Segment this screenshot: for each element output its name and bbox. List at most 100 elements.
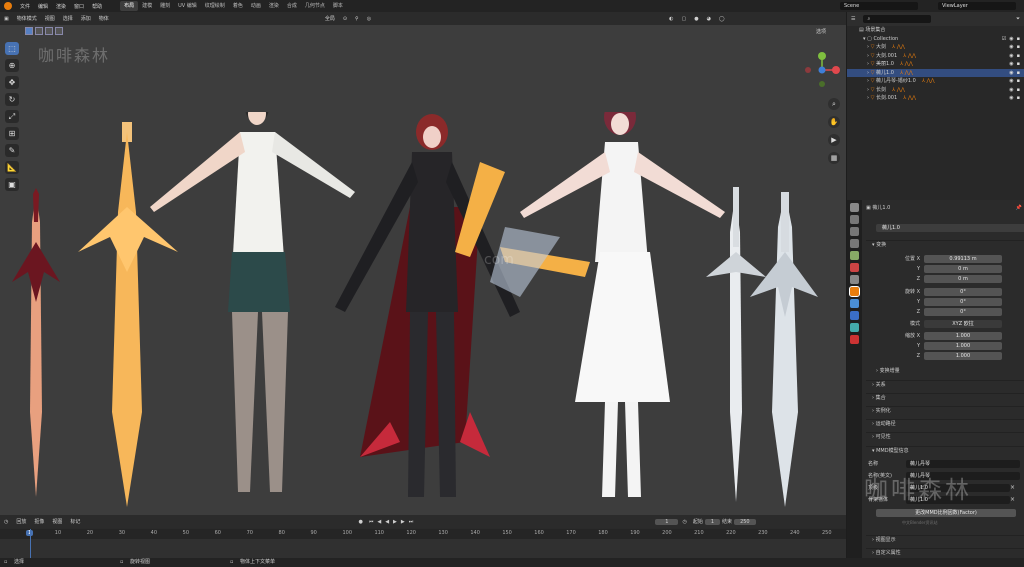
- scale-z-field[interactable]: 1.000: [924, 352, 1002, 360]
- workspace-tab-texture-paint[interactable]: 纹理绘制: [201, 1, 229, 11]
- camera-render-icon[interactable]: ▪: [1017, 86, 1020, 95]
- select-new-icon[interactable]: [25, 27, 33, 35]
- shading-material-icon[interactable]: ◕: [703, 16, 715, 22]
- outliner-item[interactable]: › ▽ 美丽1.0 ⅄ ⋀⋀ ◉ ▪: [847, 60, 1024, 69]
- xray-icon[interactable]: ▢: [677, 16, 690, 22]
- shading-render-icon[interactable]: ◯: [715, 16, 729, 22]
- timeline-ruler[interactable]: 1102030405060708090100110120130140150160…: [0, 529, 846, 539]
- location-x-field[interactable]: 0.99113 m: [924, 255, 1002, 263]
- mode-dropdown[interactable]: 物体模式: [13, 15, 41, 22]
- scene-tab-icon[interactable]: [850, 251, 859, 260]
- shading-solid-icon[interactable]: ●: [690, 16, 702, 22]
- outliner-editor-icon[interactable]: ☰: [847, 15, 859, 24]
- workspace-tab-animation[interactable]: 动画: [247, 1, 265, 11]
- workspace-tab-scripting[interactable]: 脚本: [329, 1, 347, 11]
- camera-render-icon[interactable]: ▪: [1017, 43, 1020, 52]
- menu-add[interactable]: 添加: [77, 15, 95, 22]
- eye-icon[interactable]: ◉: [1009, 60, 1013, 69]
- blender-logo-icon[interactable]: [4, 2, 12, 10]
- menu-keying[interactable]: 抠像: [30, 518, 48, 525]
- section-relations[interactable]: › 关系: [866, 380, 1024, 390]
- cursor-icon[interactable]: ⊕: [5, 59, 19, 72]
- world-tab-icon[interactable]: [850, 263, 859, 272]
- snap-icon[interactable]: ⚲: [351, 16, 363, 22]
- select-box-icon[interactable]: ⬚: [5, 42, 19, 55]
- scale-x-field[interactable]: 1.000: [924, 332, 1002, 340]
- playhead-line[interactable]: [30, 529, 31, 558]
- menu-select[interactable]: 选择: [59, 15, 77, 22]
- section-transform[interactable]: ▾ 变换: [866, 240, 1024, 250]
- outliner-item[interactable]: › ▽ 薇儿1.0 ⅄ ⋀⋀ ◉ ▪: [847, 68, 1024, 78]
- move-icon[interactable]: ✥: [5, 76, 19, 89]
- pin-icon[interactable]: 📌: [1016, 204, 1022, 213]
- camera-render-icon[interactable]: ▪: [1017, 60, 1020, 69]
- camera-render-icon[interactable]: ▪: [1017, 94, 1020, 103]
- data-tab-icon[interactable]: [850, 335, 859, 344]
- eye-icon[interactable]: ◉: [1009, 52, 1013, 61]
- rotation-y-field[interactable]: 0°: [924, 298, 1002, 306]
- eye-icon[interactable]: ◉: [1009, 77, 1013, 86]
- view-layer-tab-icon[interactable]: [850, 239, 859, 248]
- scale-y-field[interactable]: 1.000: [924, 342, 1002, 350]
- menu-marker[interactable]: 标记: [66, 518, 84, 525]
- menu-window[interactable]: 窗口: [70, 3, 88, 10]
- current-frame-field[interactable]: 1: [655, 518, 679, 525]
- location-y-field[interactable]: 0 m: [924, 265, 1002, 273]
- section-mmd-model[interactable]: ▾ MMD模型信息: [866, 446, 1024, 456]
- camera-render-icon[interactable]: ▪: [1017, 35, 1020, 44]
- collection-tab-icon[interactable]: [850, 275, 859, 284]
- clear-root-icon[interactable]: ×: [1010, 484, 1015, 491]
- jump-end-icon[interactable]: ⏭: [407, 519, 416, 525]
- play-reverse-icon[interactable]: ◀: [383, 519, 391, 525]
- rotation-z-field[interactable]: 0°: [924, 308, 1002, 316]
- output-tab-icon[interactable]: [850, 227, 859, 236]
- mmd-name-field[interactable]: 薇儿丹琴: [906, 460, 1020, 468]
- rotate-icon[interactable]: ↻: [5, 93, 19, 106]
- outliner-search-input[interactable]: ⌕: [863, 14, 932, 24]
- object-tab-icon[interactable]: [849, 286, 860, 297]
- menu-help[interactable]: 帮助: [88, 3, 106, 10]
- outliner-item[interactable]: › ▽ 大剑 ⅄ ⋀⋀ ◉ ▪: [847, 43, 1024, 52]
- outliner-item[interactable]: › ▽ 长剑 ⅄ ⋀⋀ ◉ ▪: [847, 86, 1024, 95]
- prev-key-icon[interactable]: ◀: [375, 519, 383, 525]
- workspace-tab-rendering[interactable]: 渲染: [265, 1, 283, 11]
- eye-icon[interactable]: ◉: [1009, 35, 1013, 44]
- record-icon[interactable]: ●: [354, 519, 366, 525]
- clear-armature-icon[interactable]: ×: [1010, 496, 1015, 503]
- workspace-tab-shading[interactable]: 着色: [229, 1, 247, 11]
- outliner-item[interactable]: › ▽ 薇儿丹琴-婚纱1.0 ⅄ ⋀⋀ ◉ ▪: [847, 77, 1024, 86]
- rotation-x-field[interactable]: 0°: [924, 288, 1002, 296]
- delta-transform-subsection[interactable]: › 变换增量: [862, 367, 1024, 376]
- 3d-viewport[interactable]: ▣ 物体模式 视图 选择 添加 物体 全局 ⊙ ⚲ ◎ ◐ ▢ ● ◕ ◯ 选项…: [0, 12, 846, 515]
- section-visibility[interactable]: › 可见性: [866, 432, 1024, 442]
- tool-tab-icon[interactable]: [850, 203, 859, 212]
- overlay-icon[interactable]: ◐: [665, 16, 677, 22]
- zoom-icon[interactable]: ⌕: [828, 98, 840, 110]
- section-viewport-display[interactable]: › 视图显示: [866, 535, 1024, 545]
- select-intersect-icon[interactable]: [55, 27, 63, 35]
- workspace-tab-modeling[interactable]: 建模: [138, 1, 156, 11]
- constraint-tab-icon[interactable]: [850, 323, 859, 332]
- end-frame-field[interactable]: 250: [734, 518, 756, 525]
- section-collections[interactable]: › 集合: [866, 393, 1024, 403]
- outliner-item[interactable]: › ▽ 长剑.001 ⅄ ⋀⋀ ◉ ▪: [847, 94, 1024, 103]
- menu-edit[interactable]: 编辑: [34, 3, 52, 10]
- section-motion-paths[interactable]: › 运动路径: [866, 419, 1024, 429]
- outliner-item[interactable]: › ▽ 大剑.001 ⅄ ⋀⋀ ◉ ▪: [847, 52, 1024, 61]
- start-frame-field[interactable]: 1: [704, 518, 721, 525]
- select-subtract-icon[interactable]: [45, 27, 53, 35]
- menu-object[interactable]: 物体: [95, 15, 113, 22]
- eye-icon[interactable]: ◉: [1009, 94, 1013, 103]
- outliner-collection[interactable]: ▾ ▢ Collection ☑ ◉ ▪: [847, 35, 1024, 44]
- checkbox-icon[interactable]: ☑: [1002, 35, 1006, 44]
- select-extend-icon[interactable]: [35, 27, 43, 35]
- jump-start-icon[interactable]: ⏮: [367, 519, 376, 525]
- camera-render-icon[interactable]: ▪: [1017, 69, 1020, 78]
- navigation-gizmo[interactable]: [800, 48, 844, 92]
- workspace-tab-compositing[interactable]: 合成: [283, 1, 301, 11]
- scene-selector[interactable]: Scene: [840, 2, 918, 10]
- timeline-editor-icon[interactable]: ◷: [0, 519, 12, 525]
- workspace-tab-layout[interactable]: 布局: [120, 1, 139, 11]
- workspace-tab-uv[interactable]: UV 编辑: [174, 1, 201, 11]
- eye-icon[interactable]: ◉: [1009, 69, 1013, 78]
